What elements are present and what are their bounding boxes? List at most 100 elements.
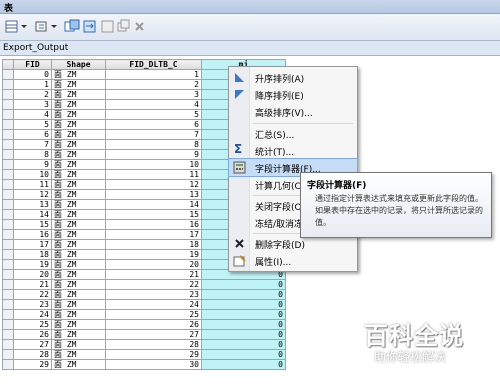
cell-shape[interactable]: 面 ZM bbox=[51, 299, 106, 310]
cell-fid-dltb-c[interactable]: 22 bbox=[105, 279, 202, 290]
cell-fid[interactable]: 27 bbox=[13, 339, 52, 350]
cell-fid-dltb-c[interactable]: 7 bbox=[105, 129, 202, 140]
cell-fid-dltb-c[interactable]: 29 bbox=[105, 349, 202, 360]
menu-item-sort-descending[interactable]: 降序排列(E) bbox=[229, 86, 357, 103]
row-selector-header[interactable] bbox=[2, 59, 14, 70]
menu-item-summarize[interactable]: 汇总(S)... bbox=[229, 125, 357, 142]
cell-fid-dltb-c[interactable]: 5 bbox=[105, 109, 202, 120]
row-selector[interactable] bbox=[2, 149, 14, 160]
menu-item-statistics[interactable]: Σ 统计(T)... bbox=[229, 142, 357, 159]
row-selector[interactable] bbox=[2, 219, 14, 230]
cell-mj[interactable]: 0 bbox=[201, 279, 286, 290]
row-selector[interactable] bbox=[2, 329, 14, 340]
cell-fid[interactable]: 15 bbox=[13, 219, 52, 230]
row-selector[interactable] bbox=[2, 209, 14, 220]
cell-shape[interactable]: 面 ZM bbox=[51, 129, 106, 140]
cell-fid[interactable]: 21 bbox=[13, 279, 52, 290]
cell-fid[interactable]: 1 bbox=[13, 79, 52, 90]
cell-fid-dltb-c[interactable]: 14 bbox=[105, 199, 202, 210]
cell-fid[interactable]: 18 bbox=[13, 249, 52, 260]
row-selector[interactable] bbox=[2, 129, 14, 140]
table-row[interactable]: 24 面 ZM 25 0 bbox=[2, 309, 286, 320]
cell-shape[interactable]: 面 ZM bbox=[51, 139, 106, 150]
row-selector[interactable] bbox=[2, 69, 14, 80]
cell-fid-dltb-c[interactable]: 2 bbox=[105, 79, 202, 90]
cell-fid[interactable]: 28 bbox=[13, 349, 52, 360]
cell-fid-dltb-c[interactable]: 16 bbox=[105, 219, 202, 230]
cell-shape[interactable]: 面 ZM bbox=[51, 99, 106, 110]
cell-shape[interactable]: 面 ZM bbox=[51, 319, 106, 330]
cell-shape[interactable]: 面 ZM bbox=[51, 109, 106, 120]
cell-fid[interactable]: 14 bbox=[13, 209, 52, 220]
cell-fid-dltb-c[interactable]: 26 bbox=[105, 319, 202, 330]
copy-selection-icon[interactable] bbox=[116, 19, 132, 34]
row-selector[interactable] bbox=[2, 269, 14, 280]
row-selector[interactable] bbox=[2, 79, 14, 90]
column-header-fid-dltb-c[interactable]: FID_DLTB_C bbox=[105, 59, 202, 70]
clear-selection-icon[interactable] bbox=[100, 19, 116, 34]
cell-fid-dltb-c[interactable]: 18 bbox=[105, 239, 202, 250]
cell-shape[interactable]: 面 ZM bbox=[51, 229, 106, 240]
cell-fid[interactable]: 20 bbox=[13, 269, 52, 280]
cell-fid[interactable]: 26 bbox=[13, 329, 52, 340]
cell-fid[interactable]: 24 bbox=[13, 309, 52, 320]
cell-shape[interactable]: 面 ZM bbox=[51, 289, 106, 300]
menu-item-properties[interactable]: 属性(I)... bbox=[229, 252, 357, 269]
cell-shape[interactable]: 面 ZM bbox=[51, 189, 106, 200]
cell-mj[interactable]: 0 bbox=[201, 299, 286, 310]
cell-fid[interactable]: 8 bbox=[13, 149, 52, 160]
cell-shape[interactable]: 面 ZM bbox=[51, 89, 106, 100]
dropdown-arrow-icon[interactable] bbox=[20, 19, 28, 34]
row-selector[interactable] bbox=[2, 309, 14, 320]
cell-shape[interactable]: 面 ZM bbox=[51, 69, 106, 80]
row-selector[interactable] bbox=[2, 89, 14, 100]
row-selector[interactable] bbox=[2, 359, 14, 370]
table-tab[interactable]: Export_Output bbox=[0, 41, 500, 56]
row-selector[interactable] bbox=[2, 169, 14, 180]
cell-fid-dltb-c[interactable]: 1 bbox=[105, 69, 202, 80]
cell-mj[interactable]: 0 bbox=[201, 359, 286, 370]
cell-shape[interactable]: 面 ZM bbox=[51, 179, 106, 190]
table-row[interactable]: 21 面 ZM 22 0 bbox=[2, 279, 286, 290]
delete-selected-icon[interactable] bbox=[132, 19, 148, 34]
cell-fid-dltb-c[interactable]: 30 bbox=[105, 359, 202, 370]
cell-shape[interactable]: 面 ZM bbox=[51, 249, 106, 260]
cell-fid[interactable]: 2 bbox=[13, 89, 52, 100]
cell-fid-dltb-c[interactable]: 4 bbox=[105, 99, 202, 110]
cell-mj[interactable]: 0 bbox=[201, 289, 286, 300]
cell-mj[interactable]: 0 bbox=[201, 329, 286, 340]
cell-fid-dltb-c[interactable]: 23 bbox=[105, 289, 202, 300]
cell-fid[interactable]: 3 bbox=[13, 99, 52, 110]
cell-shape[interactable]: 面 ZM bbox=[51, 259, 106, 270]
row-selector[interactable] bbox=[2, 299, 14, 310]
row-selector[interactable] bbox=[2, 109, 14, 120]
row-selector[interactable] bbox=[2, 319, 14, 330]
cell-fid[interactable]: 13 bbox=[13, 199, 52, 210]
cell-fid-dltb-c[interactable]: 25 bbox=[105, 309, 202, 320]
cell-fid[interactable]: 22 bbox=[13, 289, 52, 300]
cell-shape[interactable]: 面 ZM bbox=[51, 149, 106, 160]
cell-fid[interactable]: 6 bbox=[13, 129, 52, 140]
cell-shape[interactable]: 面 ZM bbox=[51, 359, 106, 370]
row-selector[interactable] bbox=[2, 349, 14, 360]
cell-fid-dltb-c[interactable]: 6 bbox=[105, 119, 202, 130]
cell-fid[interactable]: 11 bbox=[13, 179, 52, 190]
switch-selection-icon[interactable] bbox=[82, 19, 98, 34]
cell-fid[interactable]: 7 bbox=[13, 139, 52, 150]
cell-shape[interactable]: 面 ZM bbox=[51, 159, 106, 170]
cell-shape[interactable]: 面 ZM bbox=[51, 219, 106, 230]
cell-shape[interactable]: 面 ZM bbox=[51, 339, 106, 350]
row-selector[interactable] bbox=[2, 259, 14, 270]
cell-shape[interactable]: 面 ZM bbox=[51, 209, 106, 220]
cell-fid-dltb-c[interactable]: 21 bbox=[105, 269, 202, 280]
cell-fid-dltb-c[interactable]: 15 bbox=[105, 209, 202, 220]
row-selector[interactable] bbox=[2, 99, 14, 110]
table-row[interactable]: 28 面 ZM 29 0 bbox=[2, 349, 286, 360]
menu-item-sort-ascending[interactable]: 升序排列(A) bbox=[229, 69, 357, 86]
related-tables-icon[interactable] bbox=[34, 19, 50, 34]
cell-fid[interactable]: 16 bbox=[13, 229, 52, 240]
row-selector[interactable] bbox=[2, 279, 14, 290]
cell-shape[interactable]: 面 ZM bbox=[51, 169, 106, 180]
cell-fid[interactable]: 10 bbox=[13, 169, 52, 180]
row-selector[interactable] bbox=[2, 239, 14, 250]
